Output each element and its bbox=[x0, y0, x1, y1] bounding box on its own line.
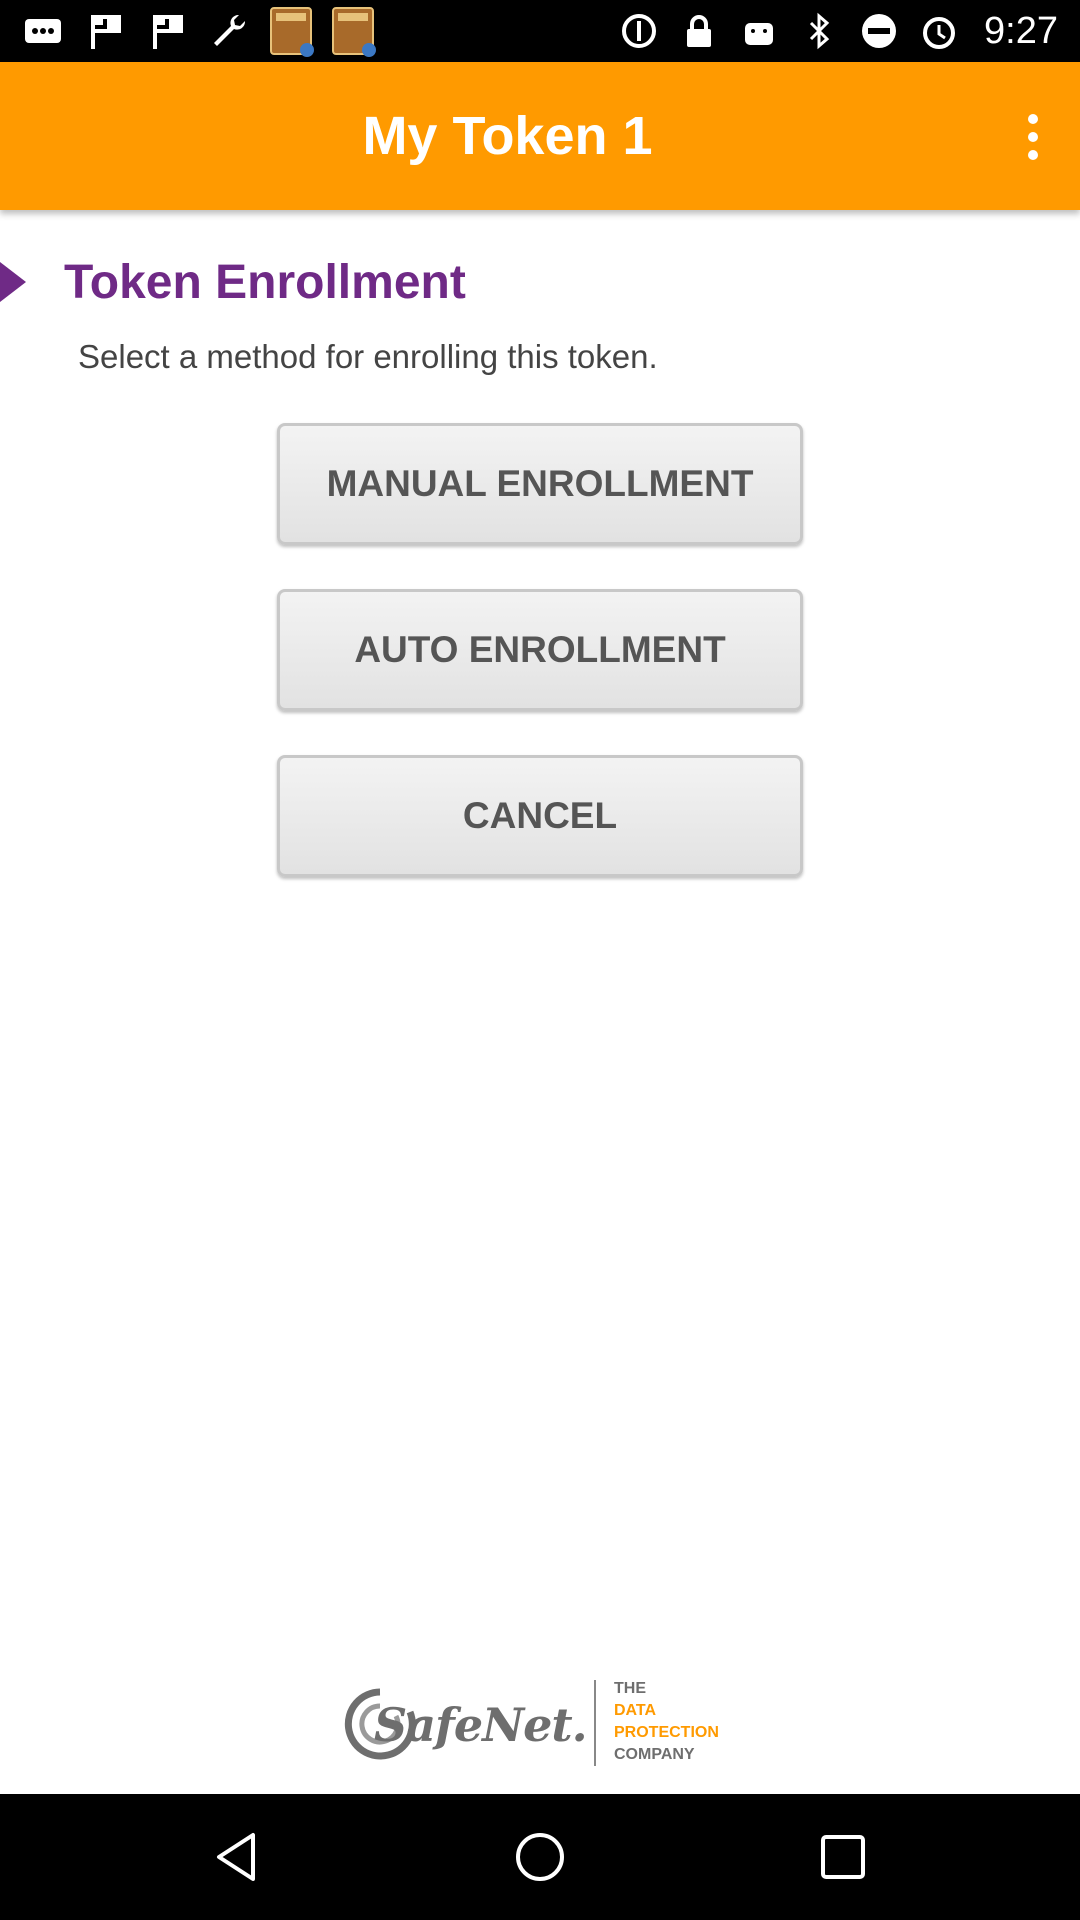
bluetooth-icon bbox=[798, 10, 840, 52]
manual-enrollment-button[interactable]: MANUAL ENROLLMENT bbox=[277, 423, 803, 545]
tagline-line-2: DATA bbox=[614, 1702, 657, 1719]
back-icon bbox=[217, 1833, 255, 1881]
auto-enrollment-button[interactable]: AUTO ENROLLMENT bbox=[277, 589, 803, 711]
navigation-bar bbox=[0, 1794, 1080, 1920]
system-icons: 9:27 bbox=[618, 6, 1058, 56]
clock: 9:27 bbox=[984, 9, 1058, 52]
section-arrow-icon bbox=[0, 262, 26, 302]
app-bar: My Token 1 bbox=[0, 62, 1080, 210]
home-icon bbox=[516, 1833, 564, 1881]
notification-icons bbox=[22, 6, 376, 57]
section-title: Token Enrollment bbox=[64, 256, 466, 309]
flag-icon bbox=[146, 10, 188, 52]
logo-wordmark: SafeNet. bbox=[374, 1698, 588, 1752]
safenet-logo: SafeNet. THE DATA PROTECTION COMPANY bbox=[340, 1676, 740, 1768]
app-title: My Token 1 bbox=[362, 106, 653, 166]
overflow-menu-button[interactable] bbox=[998, 102, 1068, 172]
back-button[interactable] bbox=[202, 1822, 272, 1892]
flag-icon bbox=[84, 10, 126, 52]
recent-apps-icon bbox=[821, 1835, 865, 1879]
logo-tagline: THE DATA PROTECTION COMPANY bbox=[614, 1678, 719, 1766]
do-not-disturb-icon bbox=[858, 10, 900, 52]
lock-icon bbox=[678, 10, 720, 52]
alarm-icon bbox=[918, 10, 960, 52]
recent-apps-button[interactable] bbox=[808, 1822, 878, 1892]
logo-divider bbox=[594, 1680, 596, 1766]
topics-app-icon bbox=[270, 7, 314, 57]
topics-app-icon bbox=[332, 7, 376, 57]
cancel-button[interactable]: CANCEL bbox=[277, 755, 803, 877]
tagline-line-4: COMPANY bbox=[614, 1746, 695, 1763]
android-icon bbox=[738, 10, 780, 52]
sync-icon bbox=[618, 10, 660, 52]
tagline-line-1: THE bbox=[614, 1680, 646, 1697]
status-bar: 9:27 bbox=[0, 0, 1080, 62]
home-button[interactable] bbox=[505, 1822, 575, 1892]
messages-icon bbox=[22, 10, 64, 52]
wrench-icon bbox=[208, 10, 250, 52]
tagline-line-3: PROTECTION bbox=[614, 1724, 719, 1741]
overflow-menu-icon bbox=[1028, 114, 1038, 160]
section-subtitle: Select a method for enrolling this token… bbox=[78, 338, 658, 375]
